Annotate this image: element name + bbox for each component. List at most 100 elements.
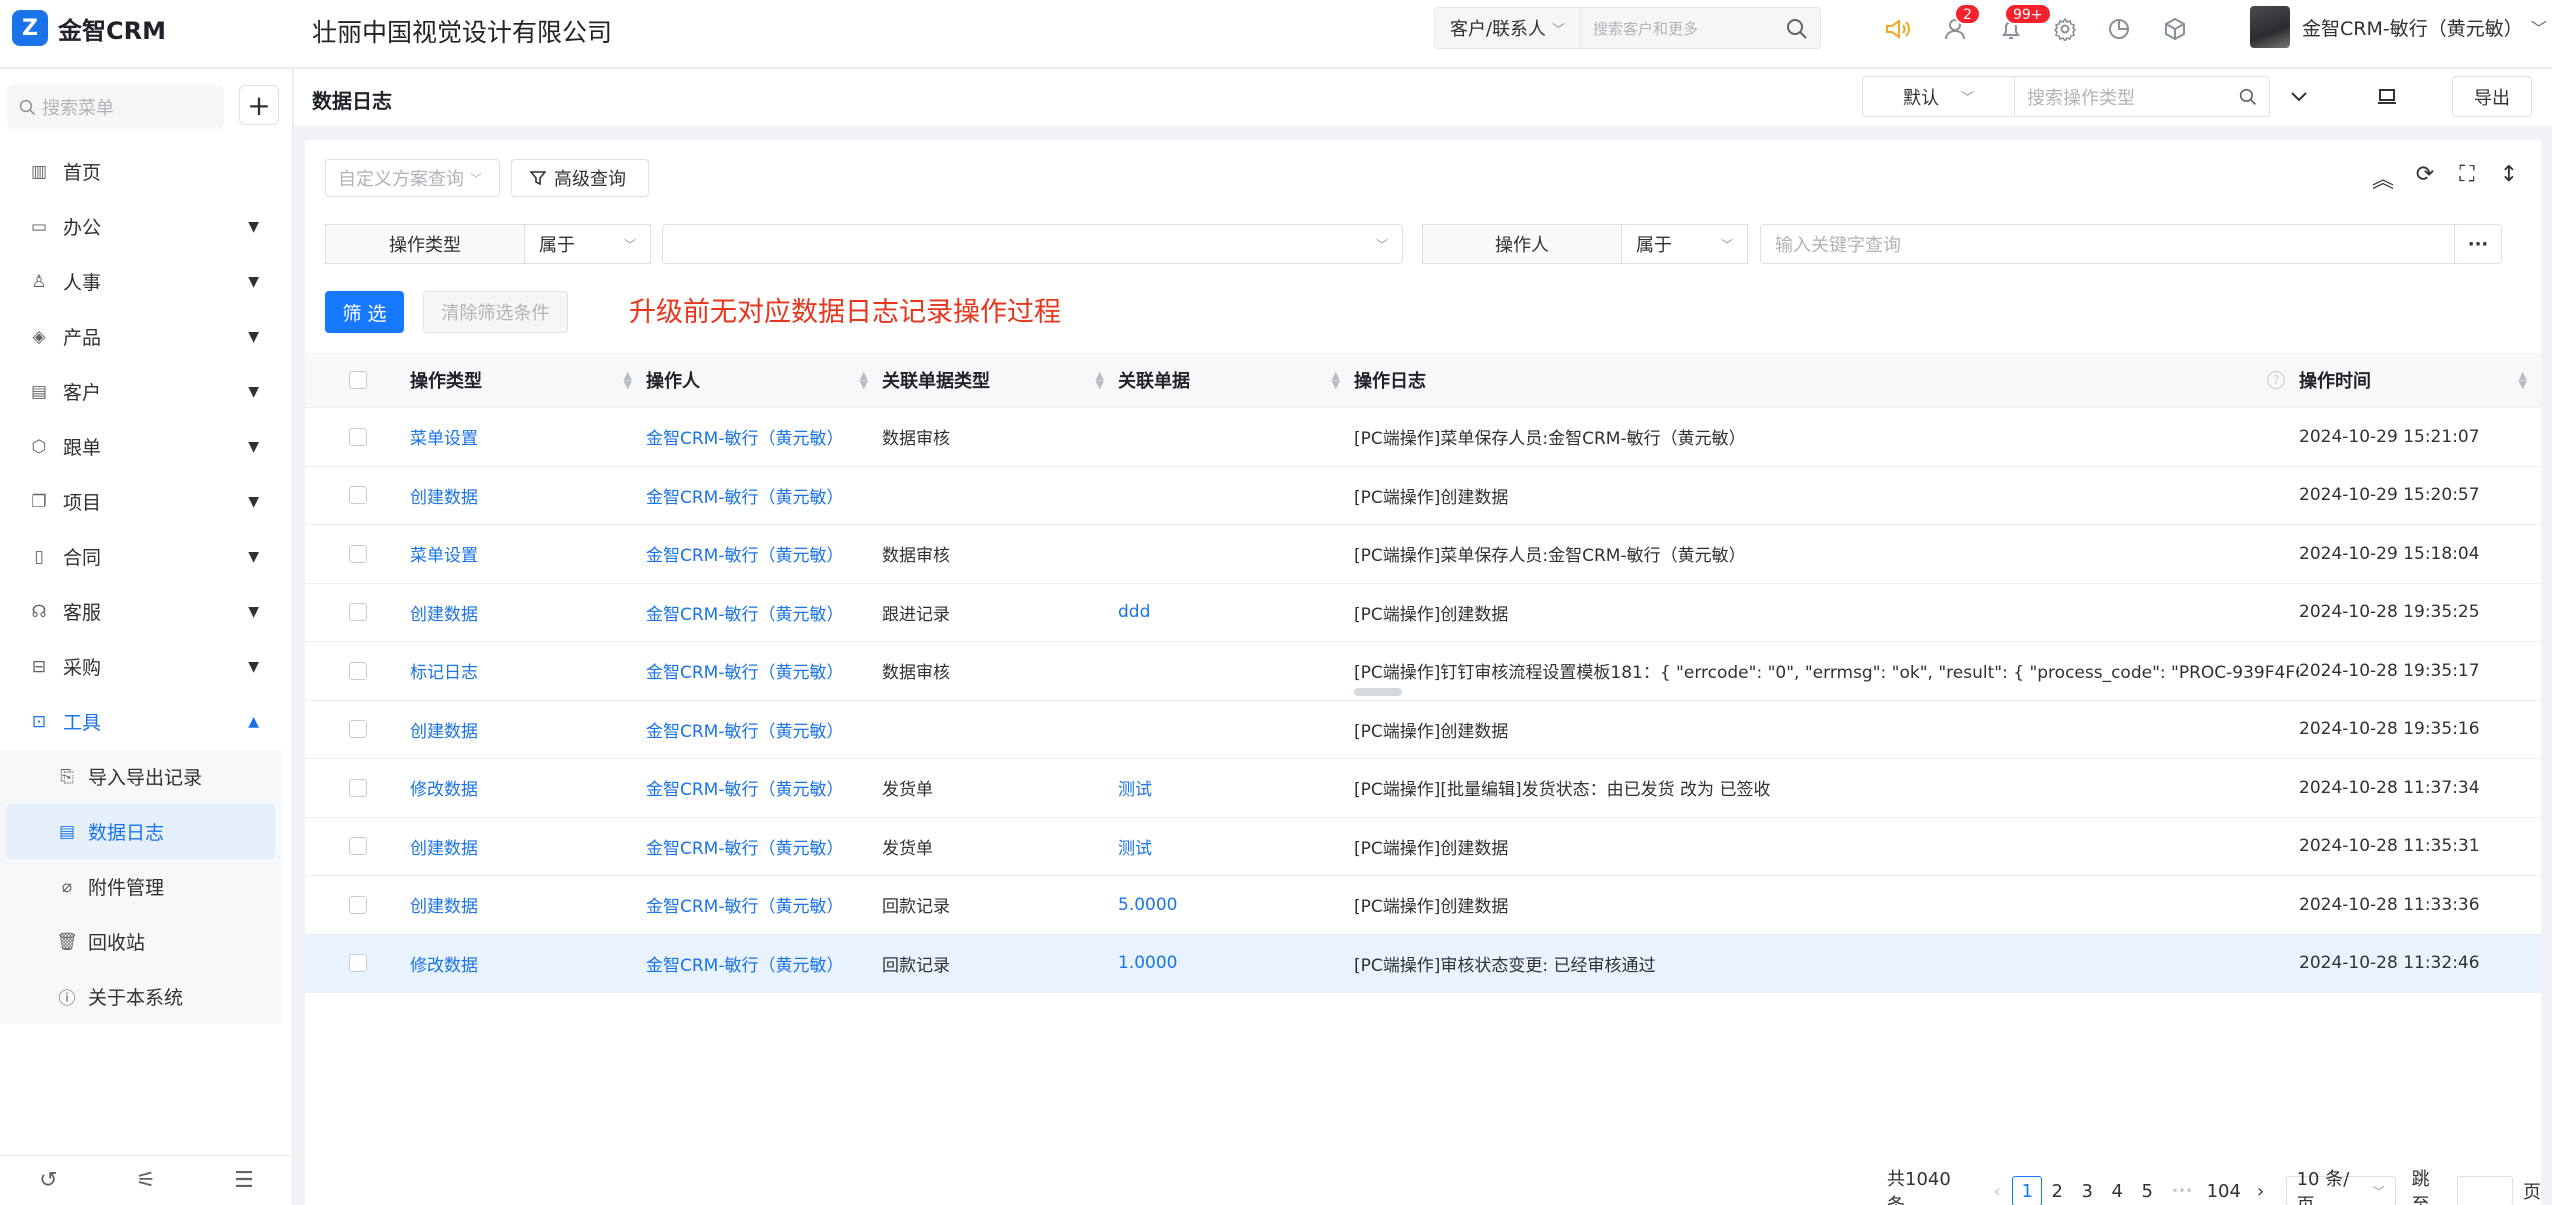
operation-type-link[interactable]: 菜单设置 <box>410 541 478 566</box>
page-number[interactable]: 2 <box>2042 1176 2072 1205</box>
view-select[interactable]: 默认 ﹀ <box>1862 76 2015 117</box>
sidebar-item-about[interactable]: ⓘ 关于本系统 <box>0 969 281 1024</box>
table-row[interactable]: 修改数据 金智CRM-敏行（黄元敏） 回款记录 1.0000 [PC端操作]审核状态变更… <box>305 934 2541 993</box>
doc-link[interactable]: 测试 <box>1118 775 1152 800</box>
search-scope-select[interactable]: 客户/联系人 ﹀ <box>1434 7 1581 49</box>
row-checkbox[interactable] <box>348 720 367 739</box>
doc-link[interactable]: 5.0000 <box>1118 895 1177 915</box>
table-row[interactable]: 创建数据 金智CRM-敏行（黄元敏） 跟进记录 ddd [PC端操作]创建数据 2024-… <box>305 584 2541 642</box>
collapse-up-icon[interactable]: ︽ <box>2371 162 2395 194</box>
operator-link[interactable]: 金智CRM-敏行（黄元敏） <box>646 834 843 859</box>
operation-type-link[interactable]: 创建数据 <box>410 834 478 859</box>
operator-link[interactable]: 金智CRM-敏行（黄元敏） <box>646 951 843 976</box>
filter-value-select-1[interactable]: ﹀ <box>662 224 1403 264</box>
sidebar-item-home[interactable]: ▥ 首页 <box>0 144 281 199</box>
contacts-icon[interactable]: 2 <box>1936 3 1981 48</box>
menu-search-input[interactable]: 搜索菜单 <box>7 85 224 129</box>
add-menu-button[interactable]: + <box>239 85 279 125</box>
next-page-icon[interactable]: › <box>2246 1176 2276 1205</box>
column-header-doc-type[interactable]: 关联单据类型 ▲ ▼ <box>882 353 1118 408</box>
operator-link[interactable]: 金智CRM-敏行（黄元敏） <box>646 658 843 683</box>
row-checkbox[interactable] <box>348 544 367 563</box>
operation-type-link[interactable]: 菜单设置 <box>410 424 478 449</box>
expand-search-chevron-icon[interactable] <box>2284 76 2314 117</box>
print-icon[interactable] <box>2369 76 2405 117</box>
sidebar-item-contract[interactable]: ▯ 合同 ▼ <box>0 529 281 584</box>
sort-icon[interactable]: ▲ ▼ <box>2519 370 2527 390</box>
advanced-query-button[interactable]: 高级查询 <box>511 159 649 197</box>
operator-link[interactable]: 金智CRM-敏行（黄元敏） <box>646 775 843 800</box>
user-menu[interactable]: 金智CRM-敏行（黄元敏） ﹀ <box>2250 6 2547 48</box>
sidebar-item-office[interactable]: ▭ 办公 ▼ <box>0 199 281 254</box>
operator-link[interactable]: 金智CRM-敏行（黄元敏） <box>646 600 843 625</box>
collapse-menu-icon[interactable]: ☰ <box>234 1168 254 1193</box>
log-scroll-thumb[interactable] <box>1354 687 1402 696</box>
search-icon[interactable] <box>1778 10 1816 48</box>
operator-link[interactable]: 金智CRM-敏行（黄元敏） <box>646 541 843 566</box>
settings-gear-icon[interactable] <box>2046 10 2084 48</box>
sidebar-item-followup[interactable]: ⬡ 跟单 ▼ <box>0 419 281 474</box>
filter-operator-select-2[interactable]: 属于 ﹀ <box>1621 224 1748 264</box>
sidebar-item-purchase[interactable]: ⊟ 采购 ▼ <box>0 639 281 694</box>
filter-button[interactable]: 筛 选 <box>325 291 404 333</box>
row-checkbox[interactable] <box>348 427 367 446</box>
column-header-time[interactable]: 操作时间 ▲ ▼ <box>2299 353 2541 408</box>
refresh-icon[interactable]: ⟳ <box>2413 162 2437 194</box>
adjust-sliders-icon[interactable]: ⚟ <box>136 1168 156 1193</box>
scheme-query-select[interactable]: 自定义方案查询 ﹀ <box>325 159 500 197</box>
row-checkbox[interactable] <box>348 778 367 797</box>
row-checkbox[interactable] <box>348 954 367 973</box>
sidebar-item-customer[interactable]: ▤ 客户 ▼ <box>0 364 281 419</box>
operator-link[interactable]: 金智CRM-敏行（黄元敏） <box>646 424 843 449</box>
table-row[interactable]: 创建数据 金智CRM-敏行（黄元敏） 回款记录 5.0000 [PC端操作]创建数据 20… <box>305 876 2541 935</box>
doc-link[interactable]: ddd <box>1118 602 1150 622</box>
operation-type-link[interactable]: 标记日志 <box>410 658 478 683</box>
column-header-operation-type[interactable]: 操作类型 ▲ ▼ <box>410 353 646 408</box>
page-number-last[interactable]: 104 <box>2202 1176 2246 1205</box>
more-pages-ellipsis[interactable]: ••• <box>2162 1176 2202 1205</box>
prev-page-icon[interactable]: ‹ <box>1982 1176 2012 1205</box>
sort-icon[interactable]: ▲ ▼ <box>1096 370 1104 390</box>
table-row[interactable]: 创建数据 金智CRM-敏行（黄元敏） [PC端操作]创建数据 2024-10-28 1… <box>305 701 2541 759</box>
sidebar-item-import-export[interactable]: ⎘ 导入导出记录 <box>0 749 281 804</box>
page-number[interactable]: 1 <box>2012 1176 2043 1205</box>
sidebar-item-hr[interactable]: ♙ 人事 ▼ <box>0 254 281 309</box>
sidebar-item-tools[interactable]: ⊡ 工具 ▲ <box>0 694 281 749</box>
table-row[interactable]: 菜单设置 金智CRM-敏行（黄元敏） 数据审核 [PC端操作]菜单保存人员:金智CRM… <box>305 525 2541 584</box>
keyword-search-input[interactable]: 输入关键字查询 <box>1760 224 2455 264</box>
operation-type-link[interactable]: 修改数据 <box>410 775 478 800</box>
search-icon[interactable] <box>2239 88 2257 106</box>
help-question-icon[interactable]: ? <box>2267 371 2285 389</box>
page-number[interactable]: 3 <box>2072 1176 2102 1205</box>
filter-operator-select-1[interactable]: 属于 ﹀ <box>524 224 651 264</box>
column-header-operator[interactable]: 操作人 ▲ ▼ <box>646 353 882 408</box>
table-row[interactable]: 标记日志 金智CRM-敏行（黄元敏） 数据审核 [PC端操作]钉钉审核流程设置模板18… <box>305 642 2541 701</box>
fullscreen-icon[interactable]: ⛶ <box>2455 162 2479 194</box>
doc-link[interactable]: 测试 <box>1118 834 1152 859</box>
operation-type-search-input[interactable]: 搜索操作类型 <box>2014 76 2270 117</box>
operator-link[interactable]: 金智CRM-敏行（黄元敏） <box>646 717 843 742</box>
page-number[interactable]: 5 <box>2132 1176 2162 1205</box>
row-checkbox[interactable] <box>348 603 367 622</box>
table-row[interactable]: 修改数据 金智CRM-敏行（黄元敏） 发货单 测试 [PC端操作][批量编辑]发货状态：… <box>305 759 2541 818</box>
sidebar-item-attachments[interactable]: ⌀ 附件管理 <box>0 859 281 914</box>
row-checkbox[interactable] <box>348 895 367 914</box>
operation-type-link[interactable]: 创建数据 <box>410 717 478 742</box>
doc-link[interactable]: 1.0000 <box>1118 953 1177 973</box>
operator-link[interactable]: 金智CRM-敏行（黄元敏） <box>646 892 843 917</box>
export-button[interactable]: 导出 <box>2452 76 2532 117</box>
page-size-select[interactable]: 10 条/页 ﹀ <box>2285 1169 2396 1205</box>
app-logo[interactable]: Z 金智CRM <box>12 10 166 46</box>
operation-type-link[interactable]: 创建数据 <box>410 892 478 917</box>
operation-type-link[interactable]: 修改数据 <box>410 951 478 976</box>
sort-icon[interactable]: ▲ ▼ <box>624 370 632 390</box>
more-options-icon[interactable]: ··· <box>2454 224 2502 264</box>
notification-bell-icon[interactable]: 99+ <box>1992 3 2052 48</box>
page-number[interactable]: 4 <box>2102 1176 2132 1205</box>
row-height-icon[interactable]: ↕ <box>2497 162 2521 194</box>
table-row[interactable]: 菜单设置 金智CRM-敏行（黄元敏） 数据审核 [PC端操作]菜单保存人员:金智CRM… <box>305 408 2541 467</box>
select-all-checkbox[interactable] <box>348 371 367 389</box>
table-row[interactable]: 创建数据 金智CRM-敏行（黄元敏） 发货单 测试 [PC端操作]创建数据 2024-10… <box>305 818 2541 876</box>
statistics-pie-icon[interactable] <box>2100 10 2138 48</box>
operation-type-link[interactable]: 创建数据 <box>410 483 478 508</box>
